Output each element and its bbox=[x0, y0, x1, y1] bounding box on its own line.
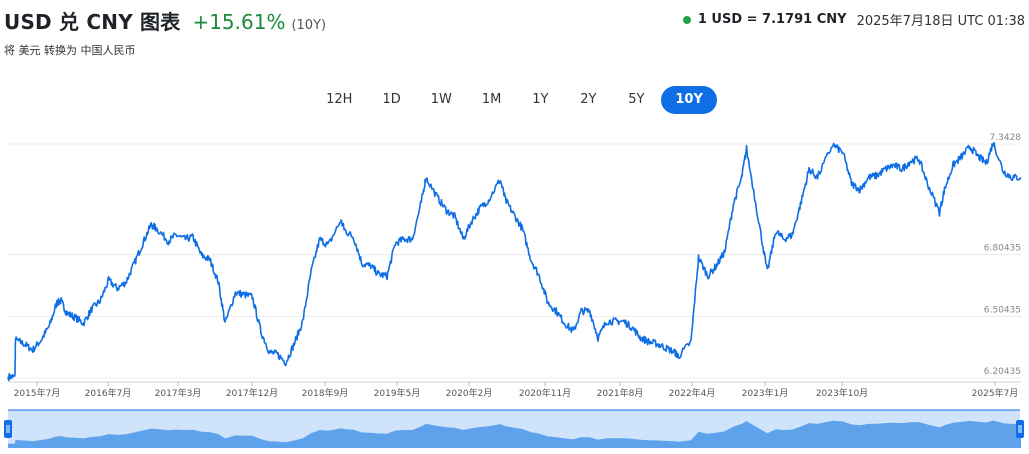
percent-change: +15.61% bbox=[192, 10, 286, 34]
chart-header: USD 兑 CNY 图表 +15.61% (10Y) bbox=[4, 6, 326, 36]
x-tick-label: 2023年10月 bbox=[816, 387, 868, 399]
range-navigator[interactable] bbox=[0, 408, 1029, 450]
tab-12h[interactable]: 12H bbox=[312, 86, 366, 114]
convert-subtitle: 将 美元 转换为 中国人民币 bbox=[4, 44, 136, 57]
x-tick-label: 2020年11月 bbox=[519, 387, 571, 399]
tab-1m[interactable]: 1M bbox=[468, 86, 516, 114]
period-label: (10Y) bbox=[291, 18, 327, 33]
price-chart[interactable]: 6.20435 6.50435 6.80435 7.3428 2015年7月 2016年… bbox=[0, 130, 1029, 406]
x-tick-label: 2019年5月 bbox=[374, 387, 421, 399]
line-layer bbox=[7, 141, 1022, 382]
grid-layer bbox=[8, 143, 1021, 383]
series-line bbox=[7, 141, 1022, 382]
x-tick-label: 2025年7月 bbox=[972, 387, 1019, 399]
tab-1w[interactable]: 1W bbox=[417, 86, 466, 114]
x-tick-label: 2018年9月 bbox=[302, 387, 349, 399]
y-tick-label: 6.50435 bbox=[984, 305, 1021, 315]
navigator-right-handle[interactable] bbox=[1016, 420, 1024, 438]
y-tick-label: 6.80435 bbox=[984, 244, 1021, 254]
x-tick-label: 2017年12月 bbox=[226, 387, 278, 399]
y-tick-label: 6.20435 bbox=[984, 367, 1021, 377]
current-rate: 1 USD = 7.1791 CNY bbox=[697, 12, 847, 27]
x-tick-label: 2023年1月 bbox=[742, 387, 789, 399]
tab-1d[interactable]: 1D bbox=[368, 86, 414, 114]
x-tick-label: 2016年7月 bbox=[85, 387, 132, 399]
live-status-dot-icon bbox=[682, 15, 691, 24]
time-range-tabs: 12H 1D 1W 1M 1Y 2Y 5Y 10Y bbox=[0, 86, 1029, 114]
x-tick-label: 2020年2月 bbox=[446, 387, 493, 399]
navigator-left-handle[interactable] bbox=[4, 420, 12, 438]
x-axis: 2015年7月 2016年7月 2017年3月 2017年12月 2018年9月 2019… bbox=[14, 382, 1019, 399]
tab-2y[interactable]: 2Y bbox=[565, 86, 611, 114]
page-title: USD 兑 CNY 图表 bbox=[4, 10, 181, 34]
rate-timestamp: 2025年7月18日 UTC 01:38 bbox=[856, 14, 1025, 29]
tab-5y[interactable]: 5Y bbox=[613, 86, 659, 114]
tab-1y[interactable]: 1Y bbox=[517, 86, 563, 114]
x-tick-label: 2015年7月 bbox=[14, 387, 61, 399]
x-tick-label: 2017年3月 bbox=[155, 387, 202, 399]
x-tick-label: 2021年8月 bbox=[597, 387, 644, 399]
y-tick-label: 7.3428 bbox=[990, 133, 1022, 143]
rate-box: 1 USD = 7.1791 CNY 2025年7月18日 UTC 01:38 bbox=[682, 10, 1025, 29]
tab-10y[interactable]: 10Y bbox=[661, 86, 717, 114]
x-tick-label: 2022年4月 bbox=[669, 387, 716, 399]
